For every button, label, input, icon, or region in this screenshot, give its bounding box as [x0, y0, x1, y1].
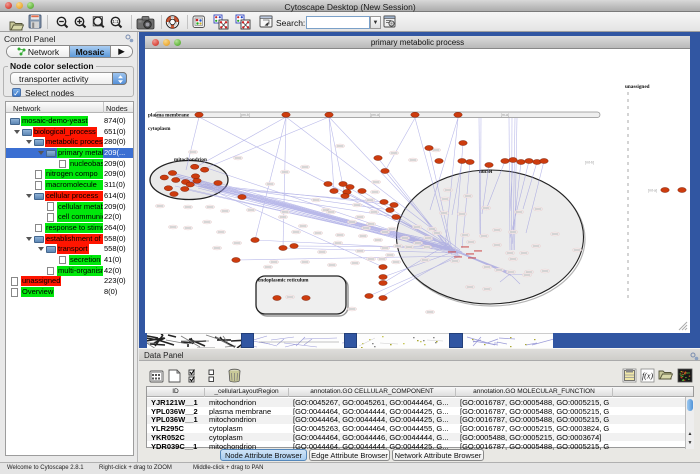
svg-text:[mt-a]: [mt-a]: [648, 189, 657, 193]
svg-text:unassigned: unassigned: [625, 84, 650, 90]
svg-text:f(x): f(x): [642, 372, 653, 381]
svg-text:[pm-b]: [pm-b]: [240, 113, 250, 117]
svg-text:endoplasmic reticulum: endoplasmic reticulum: [258, 278, 309, 284]
svg-text:[mt-b]: [mt-b]: [585, 161, 594, 165]
svg-text:mitochondrion: mitochondrion: [174, 157, 207, 163]
svg-text:[pm-a]: [pm-a]: [370, 113, 380, 117]
svg-text:1:1: 1:1: [112, 19, 119, 24]
svg-text:cytoplasm: cytoplasm: [148, 126, 171, 132]
svg-text:plasma membrane: plasma membrane: [148, 113, 190, 119]
svg-text:[m-a]: [m-a]: [501, 113, 509, 117]
